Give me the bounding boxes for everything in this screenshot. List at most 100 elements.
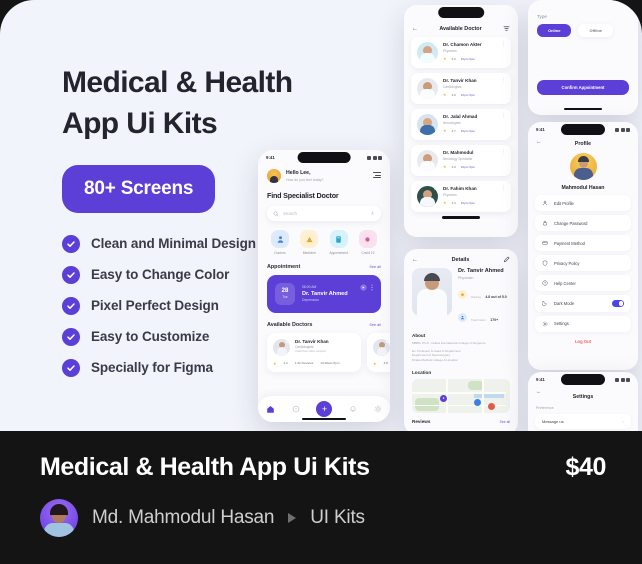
profile-item-help-center[interactable]: Help Center	[535, 275, 631, 291]
profile-item-settings[interactable]: Settings	[535, 315, 631, 332]
profile-avatar[interactable]	[569, 153, 597, 180]
doctor-rating: 4.7	[451, 128, 456, 133]
settings-item-message-us[interactable]: Message us ›	[535, 414, 631, 429]
category-doctors[interactable]: Doctors	[267, 230, 293, 255]
filter-icon[interactable]	[503, 25, 510, 32]
author-name[interactable]: Md. Mahmodul Hasan	[92, 507, 274, 529]
appointment-header: Appointment	[267, 263, 301, 270]
dark-mode-toggle[interactable]	[612, 300, 624, 307]
back-arrow-icon[interactable]: ←	[536, 139, 542, 146]
confirm-appointment-button[interactable]: Confirm Appointment	[537, 80, 629, 95]
doctor-list-item[interactable]: Dr. Jalal Ahmad Neurologists ★ 4.7 10pm-…	[411, 109, 511, 140]
doctor-list-item[interactable]: Dr. Fahim Khan Physician ★ 4.3 10pm-5pm …	[411, 181, 511, 212]
type-option-online[interactable]: Online	[537, 24, 572, 37]
doctor-list-item[interactable]: Dr. Mahmodul Neurology Specialist ★ 4.9 …	[411, 145, 511, 176]
available-doctor-row: Dr. Tanvir Khan Cardiologists California…	[267, 332, 390, 372]
product-category[interactable]: UI Kits	[310, 507, 365, 529]
type-option-offline[interactable]: Offline	[578, 24, 614, 37]
appointment-specialty: Depression	[302, 298, 320, 303]
more-vertical-icon[interactable]: ⋮	[501, 150, 506, 155]
status-icons	[367, 155, 382, 160]
see-all-link[interactable]: See all	[369, 265, 381, 269]
bell-icon[interactable]	[349, 405, 357, 413]
status-bar	[404, 5, 518, 20]
appointment-card[interactable]: 28 Tue 08:00 AM Dr. Tanvir Ahmed Depress…	[267, 274, 381, 313]
see-all-link[interactable]: See all	[369, 323, 381, 327]
online-dot-icon	[434, 78, 438, 82]
category-medicine[interactable]: Medicine	[296, 230, 322, 255]
more-vertical-icon[interactable]: ⋮	[501, 186, 506, 191]
avatar[interactable]	[40, 499, 78, 537]
back-arrow-icon[interactable]: ←	[412, 26, 418, 32]
hero-title-line2: App Ui Kits	[62, 107, 218, 141]
back-arrow-icon[interactable]: ←	[412, 257, 418, 263]
doctor-list-item[interactable]: Dr. Chamon Akter Physician ★ 5.0 10pm-5p…	[411, 37, 511, 68]
check-icon	[62, 358, 80, 377]
online-dot-icon	[434, 114, 438, 118]
doctor-avatar	[417, 42, 438, 63]
settings-icon[interactable]	[374, 405, 382, 413]
location-map[interactable]: ●	[412, 378, 510, 413]
doctor-reviews: 1.6k Reviews	[294, 361, 314, 365]
online-dot-icon	[286, 338, 290, 343]
doctor-avatar	[417, 150, 438, 171]
profile-item-privacy-policy[interactable]: Privacy Policy	[535, 255, 631, 271]
category-appointment[interactable]: Appointment	[326, 230, 352, 255]
covid-icon	[358, 230, 377, 248]
doctor-card[interactable]: Dr. Tanvir Khan Cardiologists California…	[267, 332, 361, 372]
map-pin-secondary	[474, 398, 481, 406]
list-header: ← Available Doctor	[404, 20, 518, 32]
category-label: Covid 19	[361, 250, 375, 255]
back-arrow-icon[interactable]: ←	[536, 389, 542, 396]
doctor-card[interactable]: Dr. Sadia Physician City Medical Center …	[367, 332, 390, 372]
more-vertical-icon[interactable]: ⋮	[501, 114, 506, 119]
doctor-avatar	[373, 338, 390, 356]
battery-icon	[626, 377, 630, 382]
online-dot-icon	[434, 186, 438, 190]
star-icon: ★	[443, 164, 447, 169]
edit-pencil-icon[interactable]	[503, 256, 510, 263]
add-icon[interactable]: +	[316, 401, 333, 417]
doctor-specialty: Neurology Specialist	[443, 156, 473, 161]
search-placeholder: Search	[283, 211, 297, 216]
explore-icon[interactable]	[292, 405, 300, 413]
map-pin-tertiary	[488, 402, 495, 410]
check-icon	[62, 234, 80, 253]
home-icon[interactable]	[266, 405, 275, 414]
user-avatar[interactable]	[267, 169, 281, 183]
doctor-rating: 4.9	[451, 164, 456, 169]
category-covid[interactable]: Covid 19	[355, 230, 381, 255]
appointment-day-name: Tue	[282, 295, 288, 299]
page-title: Details	[451, 256, 470, 263]
feature-label: Pixel Perfect Design	[91, 298, 219, 314]
doctor-name: Dr. Tanvir Ahmed	[458, 268, 504, 274]
category-label: Appointment	[329, 250, 348, 255]
shield-icon	[542, 260, 548, 266]
appointment-actions[interactable]	[360, 283, 374, 291]
doctor-avatar	[273, 338, 290, 356]
status-bar: 9:41	[528, 372, 638, 387]
see-all-link[interactable]: See all	[500, 420, 510, 424]
profile-item-edit-profile[interactable]: Edit Profile	[535, 195, 631, 211]
about-title: About	[412, 333, 426, 338]
product-preview-image[interactable]: Medical & Health App Ui Kits 80+ Screens…	[0, 0, 642, 431]
more-vertical-icon[interactable]: ⋮	[501, 78, 506, 83]
about-text: MBBS, Ph.D., Fellow International Colleg…	[412, 341, 487, 345]
profile-name: Mahmodul Hasan	[561, 185, 605, 191]
signal-icon	[615, 127, 619, 132]
phone-mockup-profile: 9:41 ← Profile Mahmodul Hasan Edit Profi…	[528, 122, 638, 370]
profile-item-change-password[interactable]: Change Password	[535, 215, 631, 231]
logout-button[interactable]: Log Out	[528, 339, 638, 344]
search-input[interactable]: Search	[267, 206, 381, 221]
more-vertical-icon[interactable]: ⋮	[501, 42, 506, 47]
profile-item-payment-method[interactable]: Payment Method	[535, 235, 631, 251]
lock-icon	[543, 220, 547, 226]
profile-item-dark-mode[interactable]: Dark Mode	[535, 295, 631, 312]
filter-icon[interactable]	[373, 171, 381, 180]
star-icon: ★	[373, 360, 377, 366]
doctor-list-item[interactable]: Dr. Tanvir Khan Cardiologists ★ 4.6 10pm…	[411, 73, 511, 104]
notch	[561, 124, 605, 135]
page-title: Medical & Health App Ui Kits	[40, 453, 370, 481]
rating-label: Ranking	[471, 296, 481, 299]
doctor-specialty: Cardiologists	[295, 345, 314, 349]
